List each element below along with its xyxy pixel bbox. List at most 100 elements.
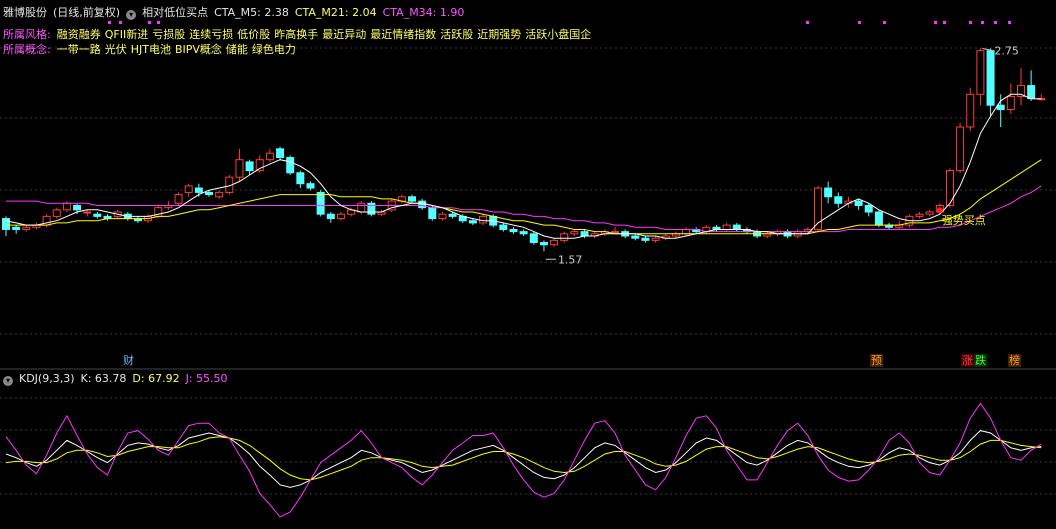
candle-body [174,194,183,204]
kdj-toggle-icon[interactable]: ▾ [3,376,13,386]
style-tag-9[interactable]: 近期强势 [477,28,521,41]
style-tag-7[interactable]: 最近情绪指数 [370,28,436,41]
concept-tag-3[interactable]: BIPV概念 [175,43,222,56]
candle[interactable] [479,214,488,226]
indicator-toggle-icon[interactable]: ▾ [126,10,137,20]
candle[interactable] [539,240,548,252]
candle[interactable] [235,148,244,182]
candle[interactable] [976,48,985,106]
candle[interactable] [824,181,833,204]
candle[interactable] [722,222,731,232]
candle[interactable] [367,201,376,217]
candle[interactable] [945,168,954,208]
candle[interactable] [215,190,224,199]
candle[interactable] [966,87,975,132]
candle[interactable] [1006,83,1015,114]
candle[interactable] [529,231,538,245]
candle[interactable] [1027,70,1036,101]
candle[interactable] [326,212,335,223]
candle[interactable] [32,222,41,230]
style-tag-0[interactable]: 融资融券 [57,28,101,41]
signal-dot [994,21,997,24]
candle-body [336,213,345,220]
candle[interactable] [306,181,315,191]
style-tag-10[interactable]: 活跃小盘国企 [525,28,591,41]
style-tag-8[interactable]: 活跃股 [440,28,473,41]
candle[interactable] [885,222,894,230]
candle[interactable] [509,227,518,234]
candle-body [966,93,975,128]
style-tag-4[interactable]: 低价股 [237,28,270,41]
candle[interactable] [418,198,427,210]
candle[interactable] [661,233,670,241]
candle[interactable] [286,155,295,175]
candle[interactable] [986,48,995,117]
candle[interactable] [519,229,528,236]
candle[interactable] [915,212,924,219]
candle[interactable] [276,146,285,160]
candle[interactable] [600,229,609,236]
period-label[interactable]: (日线,前复权) [53,6,120,19]
candle[interactable] [52,207,61,219]
candle[interactable] [336,212,345,221]
concept-tag-0[interactable]: 一带一路 [57,43,101,56]
candle[interactable] [834,192,843,208]
candle[interactable] [265,148,274,162]
candle[interactable] [245,159,254,175]
candle[interactable] [550,238,559,247]
candle[interactable] [12,225,21,234]
candle[interactable] [184,183,193,197]
event-tag-zhang[interactable]: 涨 [961,354,974,367]
candle[interactable] [296,170,305,189]
candle[interactable] [570,229,579,236]
concept-tag-5[interactable]: 绿色电力 [252,43,296,56]
candle[interactable] [590,231,599,239]
candle[interactable] [773,229,782,236]
style-tag-6[interactable]: 最近异动 [322,28,366,41]
concept-tag-4[interactable]: 储能 [226,43,248,56]
candle[interactable] [22,225,31,232]
candle[interactable] [103,214,112,221]
candle[interactable] [560,231,569,243]
concept-tag-2[interactable]: HJT电池 [131,43,171,56]
candle[interactable] [641,236,650,243]
candle[interactable] [408,194,416,204]
style-tag-3[interactable]: 连续亏损 [189,28,233,41]
candle[interactable] [438,212,447,221]
style-tag-5[interactable]: 昨高换手 [274,28,318,41]
candle[interactable] [1017,68,1025,106]
concept-tag-1[interactable]: 光伏 [105,43,127,56]
candle-body [1006,95,1015,111]
candle[interactable] [93,212,102,219]
event-tag-cai[interactable]: 财 [122,354,135,367]
candle-body [22,226,31,230]
candle[interactable] [732,222,741,232]
candle[interactable] [174,192,183,206]
candle-body [1027,85,1036,100]
candle[interactable] [133,216,142,223]
candle[interactable] [682,227,691,236]
candle[interactable] [956,122,965,173]
candle[interactable] [712,225,721,232]
style-tag-2[interactable]: 亏损股 [152,28,185,41]
stock-name[interactable]: 雅博股份 [3,6,47,19]
candle[interactable] [854,198,863,210]
event-tag-yu[interactable]: 预 [870,354,883,367]
event-tag-bang[interactable]: 榜 [1008,354,1021,367]
candle-body [316,191,325,215]
candle[interactable] [742,227,751,234]
candle[interactable] [925,209,934,217]
indicator-name[interactable]: 相对低位买点 [142,6,208,19]
buy-signal-dot[interactable] [936,207,943,214]
kdj-series[interactable] [5,402,1042,518]
candle[interactable] [2,216,10,236]
candle[interactable] [499,222,508,232]
candle[interactable] [62,201,71,213]
candle-body [448,213,457,217]
style-tags-row: 所属风格: 融资融券 QFII新进 亏损股 连续亏损 低价股 昨高换手 最近异动 最近情绪指数活… [3,28,601,42]
kdj-name[interactable]: KDJ(9,3,3) [19,372,75,385]
style-tag-1[interactable]: QFII新进 [105,28,148,41]
event-tag-die[interactable]: 跌 [974,354,987,367]
candle[interactable] [1037,94,1046,101]
candle[interactable] [814,185,822,232]
